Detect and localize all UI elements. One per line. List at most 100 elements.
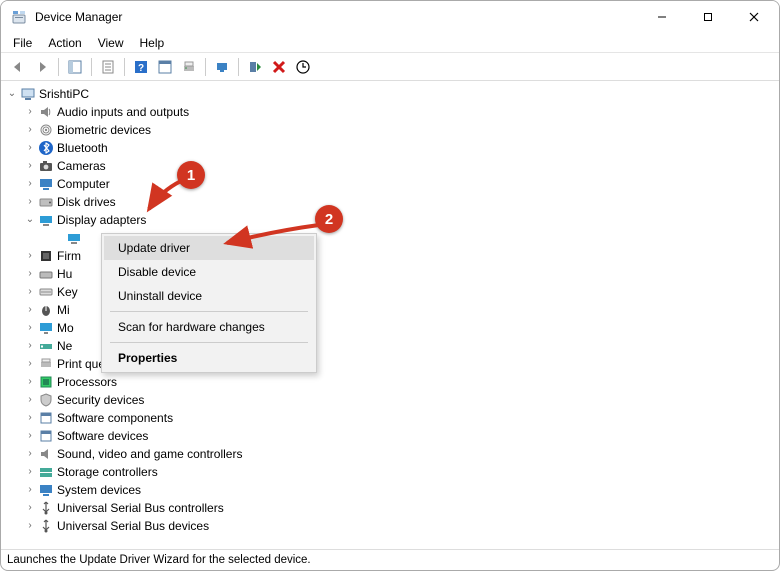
caret-right-icon[interactable]: › [23, 431, 37, 441]
caret-right-icon[interactable]: › [23, 143, 37, 153]
status-text: Launches the Update Driver Wizard for th… [7, 554, 311, 566]
window-title: Device Manager [35, 10, 122, 24]
maximize-button[interactable] [685, 2, 731, 32]
tree-item-storage[interactable]: › Storage controllers [3, 463, 777, 481]
tree-item-label: Universal Serial Bus controllers [55, 501, 224, 515]
minimize-button[interactable] [639, 2, 685, 32]
tree-item-audio[interactable]: › Audio inputs and outputs [3, 103, 777, 121]
storage-icon [37, 464, 55, 480]
caret-right-icon[interactable]: › [23, 179, 37, 189]
speaker-icon [37, 104, 55, 120]
tree-item-sound[interactable]: › Sound, video and game controllers [3, 445, 777, 463]
tree-item-label: Universal Serial Bus devices [55, 519, 209, 533]
context-update-driver[interactable]: Update driver [104, 236, 314, 260]
toolbar-separator [124, 58, 125, 76]
tree-item-cameras[interactable]: › Cameras [3, 157, 777, 175]
caret-right-icon[interactable]: › [23, 251, 37, 261]
caret-right-icon[interactable]: › [23, 449, 37, 459]
context-separator [110, 311, 308, 312]
context-properties[interactable]: Properties [104, 346, 314, 370]
tree-item-label: Software components [55, 411, 173, 425]
menubar: File Action View Help [1, 33, 779, 53]
print-button[interactable] [178, 56, 200, 78]
show-hide-tree-button[interactable] [64, 56, 86, 78]
caret-down-icon[interactable]: ⌄ [23, 215, 37, 225]
caret-right-icon[interactable]: › [23, 305, 37, 315]
tree-item-label: Display adapters [55, 213, 146, 227]
hid-icon [37, 266, 55, 282]
enable-device-button[interactable] [244, 56, 266, 78]
caret-right-icon[interactable]: › [23, 485, 37, 495]
caret-right-icon[interactable]: › [23, 377, 37, 387]
tree-item-usb-controllers[interactable]: › Universal Serial Bus controllers [3, 499, 777, 517]
annotation-label: 1 [187, 167, 195, 184]
menu-view[interactable]: View [90, 34, 132, 52]
tree-item-label: Audio inputs and outputs [55, 105, 189, 119]
printer-icon [37, 356, 55, 372]
tree-item-biometric[interactable]: › Biometric devices [3, 121, 777, 139]
bluetooth-icon [37, 140, 55, 156]
disk-icon [37, 194, 55, 210]
toolbar-separator [91, 58, 92, 76]
caret-right-icon[interactable]: › [23, 341, 37, 351]
tree-item-label: Key [55, 285, 78, 299]
tree-item-label: Sound, video and game controllers [55, 447, 242, 461]
menu-help[interactable]: Help [132, 34, 173, 52]
caret-right-icon[interactable]: › [23, 467, 37, 477]
display-adapter-icon [65, 230, 83, 246]
annotation-bubble-2: 2 [315, 205, 343, 233]
forward-button[interactable] [31, 56, 53, 78]
tree-item-label: Mo [55, 321, 74, 335]
tree-root[interactable]: ⌄ SrishtiPC [3, 85, 777, 103]
close-button[interactable] [731, 2, 777, 32]
caret-right-icon[interactable]: › [23, 197, 37, 207]
status-bar: Launches the Update Driver Wizard for th… [1, 550, 779, 570]
tree-item-usb-devices[interactable]: › Universal Serial Bus devices [3, 517, 777, 535]
tree-item-processors[interactable]: › Processors [3, 373, 777, 391]
properties-button[interactable] [97, 56, 119, 78]
tree-pane: ⌄ SrishtiPC › Audio inputs and outputs ›… [1, 81, 779, 550]
context-disable-device[interactable]: Disable device [104, 260, 314, 284]
tree-item-security[interactable]: › Security devices [3, 391, 777, 409]
tree-item-bluetooth[interactable]: › Bluetooth [3, 139, 777, 157]
caret-down-icon[interactable]: ⌄ [5, 89, 19, 99]
caret-right-icon[interactable]: › [23, 413, 37, 423]
tree-item-label: Security devices [55, 393, 144, 407]
back-button[interactable] [7, 56, 29, 78]
context-scan-hardware[interactable]: Scan for hardware changes [104, 315, 314, 339]
caret-right-icon[interactable]: › [23, 287, 37, 297]
update-driver-button[interactable] [292, 56, 314, 78]
context-uninstall-device[interactable]: Uninstall device [104, 284, 314, 308]
monitor-icon [37, 320, 55, 336]
uninstall-device-button[interactable] [268, 56, 290, 78]
mouse-icon [37, 302, 55, 318]
scan-hardware-button[interactable] [211, 56, 233, 78]
menu-action[interactable]: Action [40, 34, 89, 52]
caret-right-icon[interactable]: › [23, 125, 37, 135]
tree-item-software-devices[interactable]: › Software devices [3, 427, 777, 445]
tree-item-label: Disk drives [55, 195, 116, 209]
caret-right-icon[interactable]: › [23, 269, 37, 279]
tree-item-display-adapters[interactable]: ⌄ Display adapters [3, 211, 777, 229]
tree-item-computer[interactable]: › Computer [3, 175, 777, 193]
speaker-icon [37, 446, 55, 462]
tree-item-label: Firm [55, 249, 81, 263]
tree-item-disk[interactable]: › Disk drives [3, 193, 777, 211]
display-adapter-icon [37, 212, 55, 228]
help-button[interactable]: ? [130, 56, 152, 78]
caret-right-icon[interactable]: › [23, 359, 37, 369]
tree-item-system[interactable]: › System devices [3, 481, 777, 499]
caret-right-icon[interactable]: › [23, 503, 37, 513]
app-icon [11, 9, 27, 25]
caret-right-icon[interactable]: › [23, 107, 37, 117]
action-button[interactable] [154, 56, 176, 78]
caret-right-icon[interactable]: › [23, 395, 37, 405]
caret-right-icon[interactable]: › [23, 323, 37, 333]
component-icon [37, 410, 55, 426]
tree-item-software-components[interactable]: › Software components [3, 409, 777, 427]
tree-item-label: Software devices [55, 429, 148, 443]
caret-right-icon[interactable]: › [23, 521, 37, 531]
menu-file[interactable]: File [5, 34, 40, 52]
caret-right-icon[interactable]: › [23, 161, 37, 171]
computer-icon [37, 176, 55, 192]
